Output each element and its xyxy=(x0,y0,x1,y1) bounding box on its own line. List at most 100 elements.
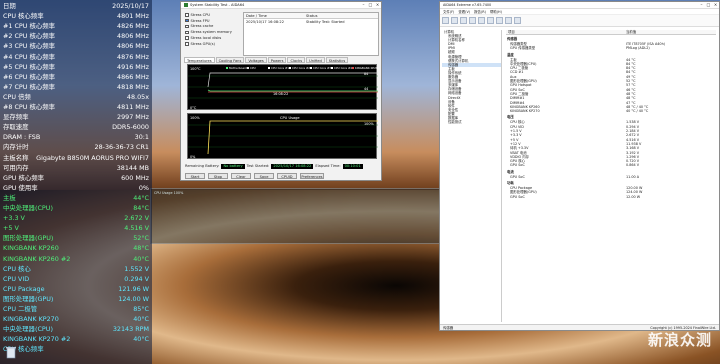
osd-value: 0.294 V xyxy=(124,274,149,283)
legend-label: CPU xyxy=(250,66,256,70)
cpuid-button[interactable]: CPUID xyxy=(277,173,297,179)
sensor-titlebar[interactable]: AIDA64 Extreme v7.65.7400 – □ × xyxy=(440,2,719,9)
checkbox-icon[interactable] xyxy=(185,24,189,29)
osd-row: #5 CPU 核心频率 4916 MHz xyxy=(3,63,149,72)
graph1-time: 16:08:22 xyxy=(273,92,288,96)
menu-item[interactable]: 查看(V) xyxy=(458,9,470,14)
osd-row: KINGBANK KP260 48°C xyxy=(3,244,149,253)
up-icon[interactable] xyxy=(460,17,467,24)
graph-tab[interactable]: Temperatures xyxy=(184,57,215,63)
osd-label: 中央处理器(CPU) xyxy=(3,204,53,212)
graph-tab[interactable]: Voltages xyxy=(245,57,267,63)
stability-test-window[interactable]: System Stability Test - AIDA64 – □ × Str… xyxy=(180,1,382,181)
osd-label: 主板 xyxy=(3,193,16,202)
tree-item[interactable]: 性能测试 xyxy=(442,120,501,124)
checkbox-icon[interactable] xyxy=(185,13,189,17)
graph-tab[interactable]: Powers xyxy=(267,57,287,63)
osd-value: 121.96 W xyxy=(118,284,149,293)
sensor-row[interactable]: GPU SoC 11.00 A xyxy=(506,175,716,179)
series-cpu-usage xyxy=(207,120,378,155)
refresh-icon[interactable] xyxy=(469,17,476,24)
osd-value: 2025/10/17 xyxy=(112,2,149,10)
osd-row: CPU 核心频率 xyxy=(3,345,149,354)
legend-swatch xyxy=(268,67,270,69)
osd-label: #3 CPU 核心频率 xyxy=(3,42,56,51)
sensor-row[interactable]: GPU SoC 12.00 W xyxy=(506,195,716,199)
legend-label: KINGBANK KP260 xyxy=(355,66,378,70)
toolbar xyxy=(440,15,719,27)
clear-button[interactable]: Clear xyxy=(231,173,251,179)
osd-row: 中央处理器(CPU) 32143 RPM xyxy=(3,325,149,334)
start-button[interactable]: Start xyxy=(185,173,205,179)
bios-icon[interactable] xyxy=(505,17,512,24)
graph-tab[interactable]: Unified xyxy=(306,57,325,63)
close-icon[interactable]: × xyxy=(712,2,719,8)
cpu-usage-graph: CPU Usage 100% 0% 100% xyxy=(187,113,378,159)
app-icon xyxy=(184,3,188,7)
osd-value: DDR5-6000 xyxy=(112,123,149,132)
osd-value: 38144 MB xyxy=(116,163,149,172)
minimize-icon[interactable]: – xyxy=(698,2,705,8)
sensor-title: AIDA64 Extreme v7.65.7400 xyxy=(443,3,492,7)
osd-row: CPU 核心 1.552 V xyxy=(3,265,149,274)
maximize-icon[interactable]: □ xyxy=(367,2,374,8)
sensor-name: GPU SoC xyxy=(510,163,525,168)
osd-value: 4916 MHz xyxy=(117,62,149,71)
maximize-icon[interactable]: □ xyxy=(705,2,712,8)
graph-tab[interactable]: Clocks xyxy=(287,57,306,63)
graph-tab[interactable]: Cooling Fans xyxy=(215,57,245,63)
osd-value: 2.672 V xyxy=(124,214,149,223)
osd-row: 可用内存 38144 MB xyxy=(3,164,149,173)
checkbox-label: Stress GPU(s) xyxy=(190,41,215,46)
chart-icon[interactable] xyxy=(487,17,494,24)
osd-row: #8 CPU 核心频率 4811 MHz xyxy=(3,103,149,112)
osd-row: GPU 核心频率 600 MHz xyxy=(3,174,149,183)
sensor-row[interactable]: GPU SoC 0.864 V xyxy=(506,163,716,167)
back-icon[interactable] xyxy=(442,17,449,24)
close-icon[interactable]: × xyxy=(374,2,381,8)
osd-value: 48.05x xyxy=(126,92,149,101)
recycle-bin-icon[interactable] xyxy=(3,344,19,360)
minimize-icon[interactable]: – xyxy=(360,2,367,8)
menu-item[interactable]: 帮助(H) xyxy=(490,9,502,14)
graph-tab[interactable]: Statistics xyxy=(325,57,349,63)
osd-row: #2 CPU 核心频率 4806 MHz xyxy=(3,32,149,41)
stress-checkbox[interactable]: Stress GPU(s) xyxy=(185,41,232,47)
osd-label: 中央处理器(CPU) xyxy=(3,325,53,334)
osd-label: GPU 使用率 xyxy=(3,183,38,192)
osd-value: 4866 MHz xyxy=(117,72,149,81)
osd-value: 40°C xyxy=(133,254,149,263)
nav-tree: 计算机 系统概述 计算机名称 DMI IPMI 超频 电源管理 便携式计算机 传感器 主板 操作系统… xyxy=(442,30,502,322)
osd-label: 显存频率 xyxy=(3,113,29,122)
osd-row: +5 V 4.516 V xyxy=(3,224,149,233)
menu-item[interactable]: 文件(F) xyxy=(443,9,454,14)
osd-row: KINGBANK KP260 #2 40°C xyxy=(3,255,149,264)
checkbox-icon[interactable] xyxy=(185,42,189,46)
preferences-button[interactable]: Preferences xyxy=(300,173,324,179)
checkbox-icon[interactable] xyxy=(185,36,189,40)
osd-value: 4.516 V xyxy=(124,224,149,233)
elapsed-label: Elapsed Time: xyxy=(315,164,341,168)
osd-label: #8 CPU 核心频率 xyxy=(3,103,56,111)
sensor-row[interactable]: KINGBANK KP270 40 °C / 40 °C xyxy=(506,109,716,113)
menu-item[interactable]: 报告(R) xyxy=(474,9,486,14)
legend-label: CPU Core #1 xyxy=(271,66,289,70)
sensor-window[interactable]: AIDA64 Extreme v7.65.7400 – □ × 文件(F) 查看(… xyxy=(439,1,720,331)
osd-label: 图形处理器(GPU) xyxy=(3,294,54,303)
driver-icon[interactable] xyxy=(514,17,521,24)
osd-row: 显存频率 2997 MHz xyxy=(3,113,149,122)
report-icon[interactable] xyxy=(496,17,503,24)
background-window: CPU Usage 100% xyxy=(150,188,440,244)
checkbox-icon[interactable] xyxy=(185,18,189,23)
sensor-row[interactable]: GPU 传感器类型 PMLog (ADL2) xyxy=(506,46,716,50)
osd-row: CPU 核心频率 4801 MHz xyxy=(3,12,149,21)
user-icon[interactable] xyxy=(478,17,485,24)
window-titlebar[interactable]: System Stability Test - AIDA64 – □ × xyxy=(181,2,381,9)
forward-icon[interactable] xyxy=(451,17,458,24)
test-info-row: Remaining Battery: No battery Test Start… xyxy=(185,163,379,169)
osd-value: 84°C xyxy=(133,204,149,212)
save-button[interactable]: Save xyxy=(254,173,274,179)
checkbox-icon[interactable] xyxy=(185,30,189,35)
osd-value: 40°C xyxy=(133,335,149,344)
stop-button[interactable]: Stop xyxy=(208,173,228,179)
